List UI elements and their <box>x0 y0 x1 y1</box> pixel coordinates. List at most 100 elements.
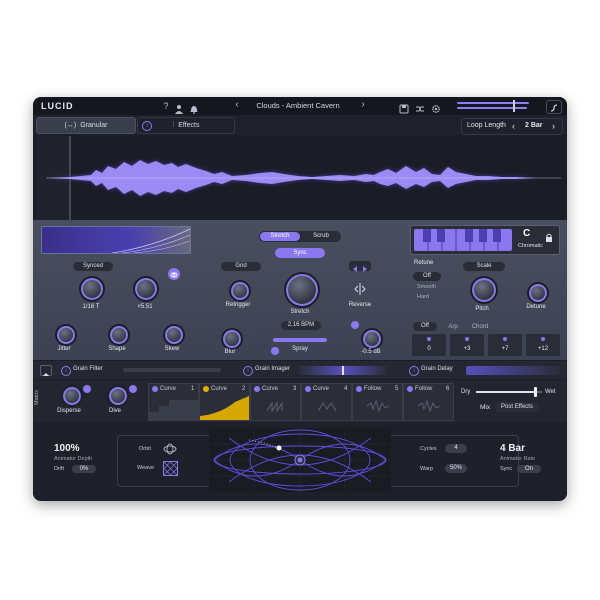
spray-label: Spray <box>292 346 308 352</box>
mod-slot[interactable]: Curve 1 <box>148 383 199 421</box>
synced-selector[interactable]: Synced <box>73 262 113 271</box>
mod-slot[interactable]: Curve 3 <box>250 383 301 421</box>
save-icon[interactable] <box>399 101 409 114</box>
warp-value[interactable]: 50% <box>445 464 467 473</box>
bell-icon[interactable] <box>189 101 199 114</box>
animator-rate-value[interactable]: 4 Bar <box>500 443 525 454</box>
weave-icon[interactable] <box>163 461 178 476</box>
reverse-icon[interactable] <box>353 282 367 296</box>
piano-keyboard[interactable] <box>414 229 512 251</box>
mode-scrub[interactable]: Scrub <box>301 233 341 239</box>
skew-knob[interactable] <box>163 324 185 346</box>
sync-button[interactable]: Sync <box>275 248 325 258</box>
sync-value[interactable]: On <box>517 465 541 473</box>
multiplier-knob[interactable] <box>133 276 159 302</box>
rate-knob[interactable] <box>79 276 105 302</box>
grain-envelope-display[interactable] <box>41 226 191 254</box>
prev-preset-button[interactable]: ‹ <box>232 100 242 110</box>
direction-toggle[interactable] <box>349 261 371 272</box>
grain-delay-label[interactable]: Grain Delay <box>421 366 453 372</box>
grain-filter-label[interactable]: Grain Filter <box>73 366 103 372</box>
loop-prev-button[interactable]: ‹ <box>512 121 515 131</box>
chord-mode-off[interactable]: Off <box>413 322 437 331</box>
preset-name[interactable]: Clouds - Ambient Cavern <box>243 101 353 110</box>
grain-filter-bar[interactable] <box>123 368 221 372</box>
help-icon[interactable]: ? <box>161 101 171 111</box>
mod-slot[interactable]: Follow 6 <box>403 383 454 421</box>
retune-mode-smooth[interactable]: Smooth <box>417 284 436 290</box>
logo-mark-button[interactable] <box>546 100 562 114</box>
spray-slider[interactable] <box>273 338 327 342</box>
mode-stretch[interactable]: Stretch <box>260 232 300 241</box>
waveform-display[interactable] <box>36 136 564 220</box>
lock-icon[interactable] <box>545 229 553 242</box>
scale-selector[interactable]: Scale <box>463 262 505 271</box>
voice-slot[interactable]: +7 <box>488 334 522 356</box>
voice-value: +7 <box>501 346 509 352</box>
gain-mod-icon[interactable] <box>351 321 359 329</box>
grain-delay-bar[interactable] <box>466 366 560 375</box>
disperse-knob[interactable] <box>61 385 83 407</box>
tab-granular[interactable]: (↔) Granular <box>36 117 136 134</box>
orbit-icon[interactable] <box>163 442 177 455</box>
next-preset-button[interactable]: › <box>358 100 368 110</box>
info-icon[interactable]: i <box>243 366 253 376</box>
jitter-knob[interactable] <box>55 324 77 346</box>
chord-mode-chord[interactable]: Chord <box>465 324 495 330</box>
bpm-value[interactable]: 2.16 BPM <box>281 321 321 330</box>
mod-slot[interactable]: Curve 2 <box>199 383 250 421</box>
spray-mod-icon[interactable] <box>271 347 279 355</box>
mod-slot[interactable]: Follow 5 <box>352 383 403 421</box>
warp-label: Warp <box>420 466 433 472</box>
grid-selector[interactable]: Grid <box>221 262 261 271</box>
shape-label: Shape <box>108 346 126 352</box>
shuffle-icon[interactable] <box>415 101 425 112</box>
grain-imager-bar[interactable] <box>299 366 387 375</box>
retune-mode-off[interactable]: Off <box>413 272 441 281</box>
loop-length-control[interactable]: Loop Length ‹ 2 Bar › <box>461 118 563 135</box>
link-icon[interactable] <box>168 268 180 280</box>
root-note[interactable]: C <box>523 228 530 239</box>
post-effects-button[interactable]: Post Effects <box>495 402 539 412</box>
reverse-label: Reverse <box>348 302 372 308</box>
dive-knob[interactable] <box>107 385 129 407</box>
collapse-button[interactable] <box>40 365 52 376</box>
pitch-knob[interactable] <box>470 276 498 304</box>
mix-slider[interactable] <box>476 387 542 397</box>
chord-mode-arp[interactable]: Arp <box>441 324 465 330</box>
mod-slot-name: Follow <box>415 386 433 392</box>
dive-mod-icon[interactable] <box>129 385 137 393</box>
detune-label: Detune <box>526 304 546 310</box>
retrigger-knob[interactable] <box>229 280 251 302</box>
gear-icon[interactable] <box>431 101 441 113</box>
animator-path-display[interactable] <box>209 428 391 492</box>
mod-slot-name: Follow <box>364 386 382 392</box>
disperse-mod-icon[interactable] <box>83 385 91 393</box>
stretch-knob[interactable] <box>284 272 320 308</box>
info-icon[interactable]: i <box>61 366 71 376</box>
top-bar: LUCID ? ‹ Clouds - Ambient Cavern › <box>33 97 567 115</box>
loop-next-button[interactable]: › <box>552 121 555 131</box>
gain-knob[interactable] <box>361 328 383 350</box>
blur-knob[interactable] <box>221 328 243 350</box>
stretch-scrub-toggle[interactable]: Stretch Scrub <box>259 231 341 242</box>
tab-effects[interactable]: i ⫶ Effects <box>137 117 235 134</box>
voice-slot[interactable]: 0 <box>412 334 446 356</box>
retune-mode-hard[interactable]: Hard <box>417 294 429 300</box>
info-icon[interactable]: i <box>409 366 419 376</box>
animator-depth-value[interactable]: 100% <box>54 443 80 454</box>
shape-knob[interactable] <box>108 324 130 346</box>
cycles-value[interactable]: 4 <box>445 444 467 453</box>
drift-value[interactable]: 0% <box>72 465 96 473</box>
detune-knob[interactable] <box>527 282 549 304</box>
grain-imager-label[interactable]: Grain Imager <box>255 366 290 372</box>
voice-value: +12 <box>537 346 549 352</box>
user-icon[interactable] <box>174 101 184 114</box>
mod-slot[interactable]: Curve 4 <box>301 383 352 421</box>
retune-label: Retune <box>414 260 434 266</box>
voice-slot[interactable]: +3 <box>450 334 484 356</box>
skew-label: Skew <box>164 346 180 352</box>
voice-value: +3 <box>463 346 471 352</box>
multiplier-value: ×5.51 <box>137 304 153 310</box>
voice-slot[interactable]: +12 <box>526 334 560 356</box>
